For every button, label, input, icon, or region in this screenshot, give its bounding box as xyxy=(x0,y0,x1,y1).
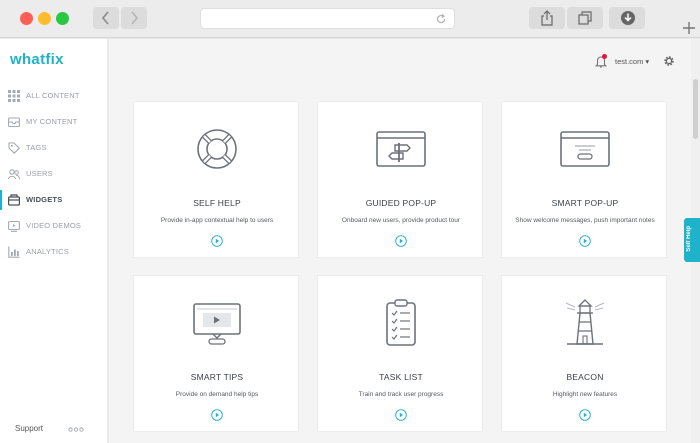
widget-card-smart-pop-up[interactable]: SMART POP-UP Show welcome messages, push… xyxy=(501,101,667,258)
lifebuoy-icon xyxy=(197,129,237,169)
monitor-icon xyxy=(193,303,241,345)
sidebar-item-label: ALL CONTENT xyxy=(26,91,80,100)
tabs-icon xyxy=(578,11,592,25)
sidebar-item-widgets[interactable]: WIDGETS xyxy=(0,188,108,212)
tabs-button[interactable] xyxy=(567,7,603,29)
widget-card-smart-tips[interactable]: SMART TIPS Provide on demand help tips xyxy=(133,275,299,432)
card-description: Onboard new users, provide product tour xyxy=(341,217,461,224)
minimize-window-button[interactable] xyxy=(38,12,51,25)
analytics-icon xyxy=(8,246,20,258)
active-indicator xyxy=(0,190,2,210)
card-description: Train and track user progress xyxy=(358,391,444,398)
card-title: BEACON xyxy=(566,372,604,382)
inbox-icon xyxy=(8,117,20,128)
maximize-window-button[interactable] xyxy=(56,12,69,25)
widget-card-self-help[interactable]: SELF HELP Provide in-app contextual help… xyxy=(133,101,299,258)
account-dropdown[interactable]: test.com ▾ xyxy=(615,57,649,66)
chevron-right-icon xyxy=(131,11,139,25)
back-button[interactable] xyxy=(93,7,119,29)
users-icon xyxy=(8,169,20,180)
more-options-icon[interactable] xyxy=(68,427,84,432)
lighthouse-icon xyxy=(565,299,605,345)
card-description: Highlight new features xyxy=(552,391,618,398)
address-bar[interactable] xyxy=(200,8,455,29)
scrollbar-thumb[interactable] xyxy=(693,79,698,139)
download-icon xyxy=(621,11,635,25)
gear-icon[interactable] xyxy=(663,55,675,67)
card-title: TASK LIST xyxy=(379,372,423,382)
play-icon[interactable] xyxy=(395,235,407,247)
play-icon[interactable] xyxy=(579,409,591,421)
support-link[interactable]: Support xyxy=(15,424,43,433)
card-description: Provide in-app contextual help to users xyxy=(160,217,274,224)
card-title: SELF HELP xyxy=(193,198,241,208)
play-icon[interactable] xyxy=(211,409,223,421)
card-title: SMART TIPS xyxy=(190,372,244,382)
sidebar-item-users[interactable]: USERS xyxy=(0,162,108,186)
sidebar-item-label: ANALYTICS xyxy=(26,247,69,256)
play-icon[interactable] xyxy=(579,235,591,247)
popup-window-icon xyxy=(560,131,610,167)
grid-icon xyxy=(8,90,20,102)
card-description: Show welcome messages, push important no… xyxy=(515,217,655,224)
signpost-icon xyxy=(376,131,426,167)
close-window-button[interactable] xyxy=(20,12,33,25)
forward-button[interactable] xyxy=(121,7,147,29)
sidebar-item-label: VIDEO DEMOS xyxy=(26,221,82,230)
reload-icon[interactable] xyxy=(435,13,447,25)
self-help-tab-label: Self Help xyxy=(686,226,692,252)
downloads-button[interactable] xyxy=(609,7,645,29)
share-icon xyxy=(541,10,553,26)
sidebar-item-video-demos[interactable]: VIDEO DEMOS xyxy=(0,214,108,238)
new-tab-plus-icon[interactable] xyxy=(680,19,698,37)
video-icon xyxy=(8,220,20,232)
whatfix-logo[interactable]: whatfix xyxy=(10,51,64,68)
card-title: GUIDED POP-UP xyxy=(365,198,437,208)
clipboard-icon xyxy=(386,299,416,346)
widgets-icon xyxy=(8,194,20,206)
card-title: SMART POP-UP xyxy=(551,198,619,208)
main-content: test.com ▾ SELF HELP Provide in-app cont… xyxy=(109,39,691,443)
share-button[interactable] xyxy=(529,7,565,29)
browser-toolbar xyxy=(0,0,700,38)
card-description: Provide on demand help tips xyxy=(175,391,259,398)
sidebar-item-all-content[interactable]: ALL CONTENT xyxy=(0,84,108,108)
sidebar-item-my-content[interactable]: MY CONTENT xyxy=(0,110,108,134)
chevron-left-icon xyxy=(101,11,109,25)
sidebar-item-label: USERS xyxy=(26,169,53,178)
widget-card-guided-pop-up[interactable]: GUIDED POP-UP Onboard new users, provide… xyxy=(317,101,483,258)
self-help-tab[interactable]: Self Help xyxy=(684,218,700,262)
sidebar-item-analytics[interactable]: ANALYTICS xyxy=(0,240,108,264)
sidebar-item-tags[interactable]: TAGS xyxy=(0,136,108,160)
play-icon[interactable] xyxy=(211,235,223,247)
widget-card-task-list[interactable]: TASK LIST Train and track user progress xyxy=(317,275,483,432)
widget-card-beacon[interactable]: BEACON Highlight new features xyxy=(501,275,667,432)
sidebar-item-label: MY CONTENT xyxy=(26,117,78,126)
tag-icon xyxy=(8,142,20,154)
sidebar-item-label: WIDGETS xyxy=(26,195,63,204)
notification-badge xyxy=(602,54,607,59)
play-icon[interactable] xyxy=(395,409,407,421)
sidebar-item-label: TAGS xyxy=(26,143,47,152)
sidebar: whatfix ALL CONTENT MY CONTENT TAGS USER… xyxy=(0,39,108,443)
